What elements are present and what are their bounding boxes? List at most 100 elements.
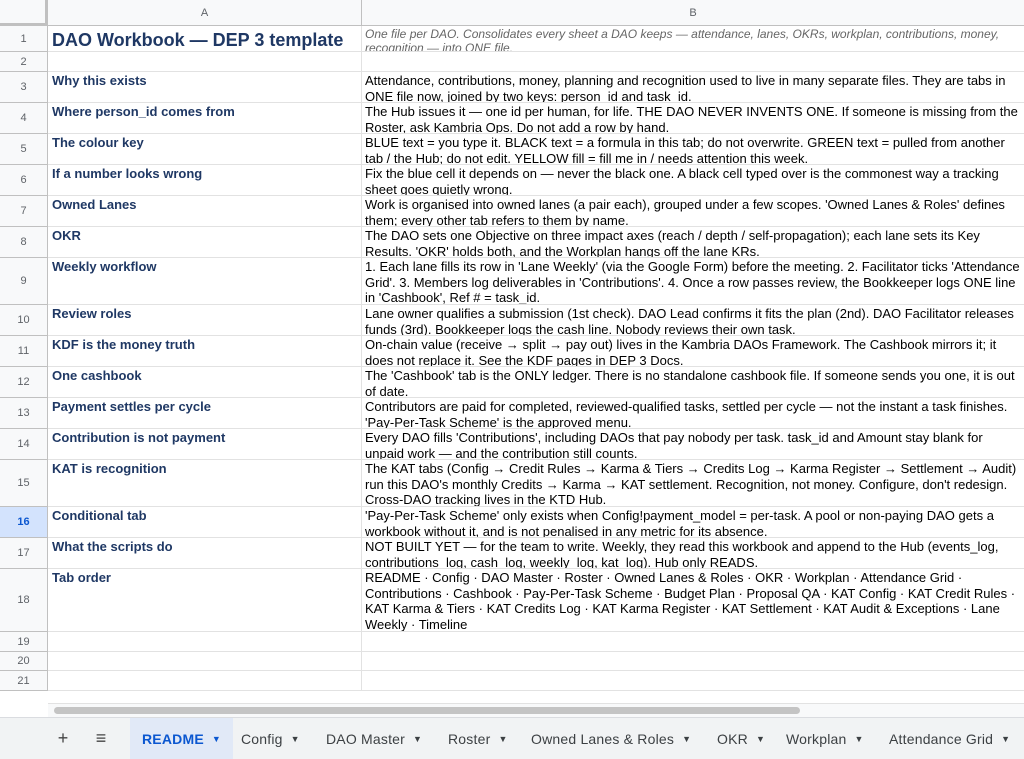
- row-number[interactable]: 20: [0, 652, 48, 671]
- row-number[interactable]: 7: [0, 196, 48, 227]
- row-number[interactable]: 5: [0, 134, 48, 165]
- caret-down-icon[interactable]: ▼: [682, 734, 691, 744]
- sheet-tab-dao-master[interactable]: DAO Master ▼: [314, 718, 434, 759]
- scrollbar-thumb[interactable]: [54, 707, 800, 714]
- label-cell[interactable]: [48, 671, 362, 691]
- label-cell[interactable]: Where person_id comes from: [48, 103, 362, 134]
- table-row: 5 The colour key BLUE text = you type it. …: [0, 134, 1024, 165]
- label-cell[interactable]: Owned Lanes: [48, 196, 362, 227]
- label-cell[interactable]: One cashbook: [48, 367, 362, 398]
- table-row: 11 KDF is the money truth On-chain value (…: [0, 336, 1024, 367]
- label-cell[interactable]: [48, 52, 362, 72]
- column-header-a[interactable]: A: [48, 0, 362, 26]
- row-number[interactable]: 11: [0, 336, 48, 367]
- table-row: 3 Why this exists Attendance, contribution…: [0, 72, 1024, 103]
- label-cell[interactable]: Weekly workflow: [48, 258, 362, 305]
- row-number[interactable]: 16: [0, 507, 48, 538]
- description-cell[interactable]: Contributors are paid for completed, rev…: [362, 398, 1024, 429]
- label-cell[interactable]: OKR: [48, 227, 362, 258]
- label-cell[interactable]: The colour key: [48, 134, 362, 165]
- sheet-tab-config[interactable]: Config ▼: [229, 718, 312, 759]
- sheet-tab-label: OKR: [717, 730, 748, 747]
- table-row: 9 Weekly workflow 1. Each lane fills its r…: [0, 258, 1024, 305]
- caret-down-icon[interactable]: ▼: [854, 734, 863, 744]
- sheet-tab-label: Config: [241, 730, 283, 747]
- table-row: 10 Review roles Lane owner qualifies a sub…: [0, 305, 1024, 336]
- description-cell[interactable]: [362, 632, 1024, 652]
- description-cell[interactable]: README · Config · DAO Master · Roster · …: [362, 569, 1024, 632]
- row-number[interactable]: 13: [0, 398, 48, 429]
- description-cell[interactable]: 'Pay-Per-Task Scheme' only exists when C…: [362, 507, 1024, 538]
- row-number[interactable]: 6: [0, 165, 48, 196]
- table-row: 19: [0, 632, 1024, 652]
- sheet-tab-okr[interactable]: OKR ▼: [705, 718, 777, 759]
- caret-down-icon[interactable]: ▼: [413, 734, 422, 744]
- label-cell[interactable]: What the scripts do: [48, 538, 362, 569]
- row-number[interactable]: 1: [0, 26, 48, 52]
- description-cell[interactable]: The DAO sets one Objective on three impa…: [362, 227, 1024, 258]
- select-all-corner[interactable]: [0, 0, 48, 26]
- description-cell[interactable]: Every DAO fills 'Contributions', includi…: [362, 429, 1024, 460]
- table-row: 6 If a number looks wrong Fix the blue cel…: [0, 165, 1024, 196]
- description-cell[interactable]: Work is organised into owned lanes (a pa…: [362, 196, 1024, 227]
- column-header-b[interactable]: B: [362, 0, 1024, 26]
- label-cell[interactable]: KDF is the money truth: [48, 336, 362, 367]
- sheet-tab-attendance-grid[interactable]: Attendance Grid ▼: [877, 718, 1022, 759]
- description-cell[interactable]: NOT BUILT YET — for the team to write. W…: [362, 538, 1024, 569]
- row-number[interactable]: 19: [0, 632, 48, 652]
- row-number[interactable]: 15: [0, 460, 48, 507]
- sheet-tab-roster[interactable]: Roster ▼: [436, 718, 520, 759]
- description-cell[interactable]: [362, 671, 1024, 691]
- table-row: 13 Payment settles per cycle Contributors …: [0, 398, 1024, 429]
- table-row: 1 DAO Workbook — DEP 3 template One file p…: [0, 26, 1024, 52]
- description-cell[interactable]: The Hub issues it — one id per human, fo…: [362, 103, 1024, 134]
- row-number[interactable]: 14: [0, 429, 48, 460]
- row-number[interactable]: 9: [0, 258, 48, 305]
- sheet-title-cell[interactable]: DAO Workbook — DEP 3 template: [48, 26, 362, 52]
- caret-down-icon[interactable]: ▼: [498, 734, 507, 744]
- row-number[interactable]: 17: [0, 538, 48, 569]
- label-cell[interactable]: [48, 652, 362, 671]
- subtitle-note-cell[interactable]: One file per DAO. Consolidates every she…: [362, 26, 1024, 52]
- sheet-tab-workplan[interactable]: Workplan ▼: [774, 718, 876, 759]
- description-cell[interactable]: 1. Each lane fills its row in 'Lane Week…: [362, 258, 1024, 305]
- description-cell[interactable]: BLUE text = you type it. BLACK text = a …: [362, 134, 1024, 165]
- caret-down-icon[interactable]: ▼: [291, 734, 300, 744]
- row-number[interactable]: 12: [0, 367, 48, 398]
- description-cell[interactable]: Lane owner qualifies a submission (1st c…: [362, 305, 1024, 336]
- row-number[interactable]: 21: [0, 671, 48, 691]
- sheet-tab-readme[interactable]: README ▼: [130, 718, 233, 759]
- description-cell[interactable]: Attendance, contributions, money, planni…: [362, 72, 1024, 103]
- label-cell[interactable]: Contribution is not payment: [48, 429, 362, 460]
- label-cell[interactable]: Payment settles per cycle: [48, 398, 362, 429]
- label-cell[interactable]: KAT is recognition: [48, 460, 362, 507]
- caret-down-icon[interactable]: ▼: [1001, 734, 1010, 744]
- row-number[interactable]: 10: [0, 305, 48, 336]
- row-number[interactable]: 8: [0, 227, 48, 258]
- add-sheet-button[interactable]: +: [50, 726, 76, 750]
- horizontal-scrollbar[interactable]: [48, 703, 1024, 717]
- description-cell[interactable]: The KAT tabs (Config → Credit Rules → Ka…: [362, 460, 1024, 507]
- description-cell[interactable]: On-chain value (receive → split → pay ou…: [362, 336, 1024, 367]
- label-cell[interactable]: [48, 632, 362, 652]
- row-number[interactable]: 2: [0, 52, 48, 72]
- label-cell[interactable]: If a number looks wrong: [48, 165, 362, 196]
- description-cell[interactable]: Fix the blue cell it depends on — never …: [362, 165, 1024, 196]
- caret-down-icon[interactable]: ▼: [212, 734, 221, 744]
- label-cell[interactable]: Conditional tab: [48, 507, 362, 538]
- sheet-tab-owned-lanes-roles[interactable]: Owned Lanes & Roles ▼: [519, 718, 703, 759]
- row-number[interactable]: 3: [0, 72, 48, 103]
- all-sheets-menu-icon[interactable]: ≡: [88, 726, 114, 750]
- row-number[interactable]: 18: [0, 569, 48, 632]
- description-cell[interactable]: [362, 652, 1024, 671]
- label-cell[interactable]: Review roles: [48, 305, 362, 336]
- label-cell[interactable]: Why this exists: [48, 72, 362, 103]
- description-cell[interactable]: The 'Cashbook' tab is the ONLY ledger. T…: [362, 367, 1024, 398]
- table-row: 2: [0, 52, 1024, 72]
- description-cell[interactable]: [362, 52, 1024, 72]
- label-cell[interactable]: Tab order: [48, 569, 362, 632]
- table-row: 14 Contribution is not payment Every DAO f…: [0, 429, 1024, 460]
- row-number[interactable]: 4: [0, 103, 48, 134]
- caret-down-icon[interactable]: ▼: [756, 734, 765, 744]
- sheet-tab-label: Owned Lanes & Roles: [531, 730, 675, 747]
